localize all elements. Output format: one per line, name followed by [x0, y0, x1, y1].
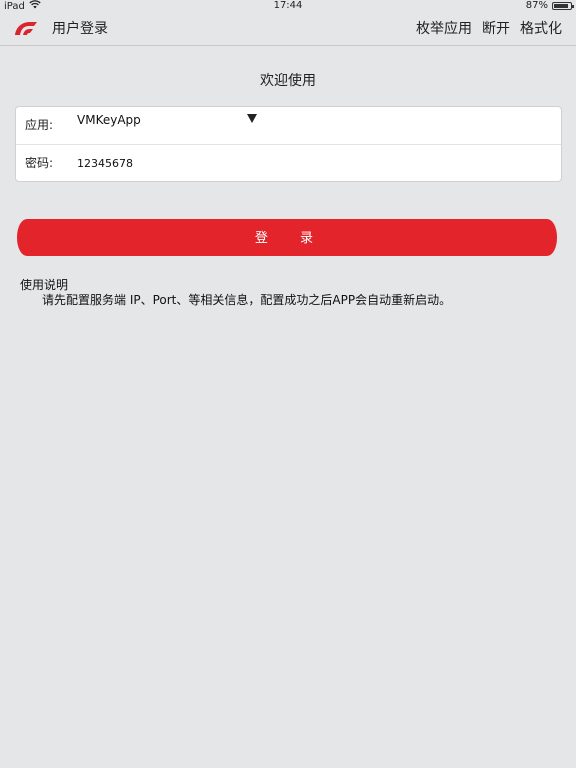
- login-button[interactable]: 登 录: [17, 219, 557, 256]
- app-select[interactable]: VMKeyApp: [77, 113, 141, 127]
- welcome-heading: 欢迎使用: [260, 73, 316, 89]
- app-label: 应用:: [25, 118, 54, 132]
- app-row[interactable]: 应用: VMKeyApp: [16, 107, 561, 145]
- login-form: 应用: VMKeyApp 密码: 12345678: [15, 106, 562, 182]
- password-label: 密码:: [25, 156, 54, 170]
- triangle-down-icon[interactable]: [247, 114, 257, 123]
- nav-bar: 用户登录 枚举应用 断开 格式化: [0, 12, 576, 46]
- page-title: 用户登录: [52, 21, 108, 37]
- password-row[interactable]: 密码: 12345678: [16, 145, 561, 182]
- password-field[interactable]: 12345678: [77, 157, 133, 170]
- enumerate-apps-button[interactable]: 枚举应用: [416, 12, 472, 46]
- instructions: 使用说明 请先配置服务端 IP、Port、等相关信息，配置成功之后APP会自动重…: [20, 278, 560, 308]
- battery-percent: 87%: [525, 0, 548, 11]
- instructions-text: 请先配置服务端 IP、Port、等相关信息，配置成功之后APP会自动重新启动。: [42, 293, 452, 307]
- app-logo-icon: [12, 19, 40, 39]
- status-right: 87%: [525, 0, 574, 12]
- format-button[interactable]: 格式化: [520, 12, 562, 46]
- battery-icon: [552, 2, 574, 10]
- battery-level: [554, 4, 568, 8]
- status-time: 17:44: [273, 0, 303, 11]
- status-bar: iPad 17:44 87%: [0, 0, 576, 12]
- disconnect-button[interactable]: 断开: [482, 12, 510, 46]
- nav-actions: 枚举应用 断开 格式化: [416, 12, 562, 46]
- instructions-title: 使用说明: [20, 278, 69, 292]
